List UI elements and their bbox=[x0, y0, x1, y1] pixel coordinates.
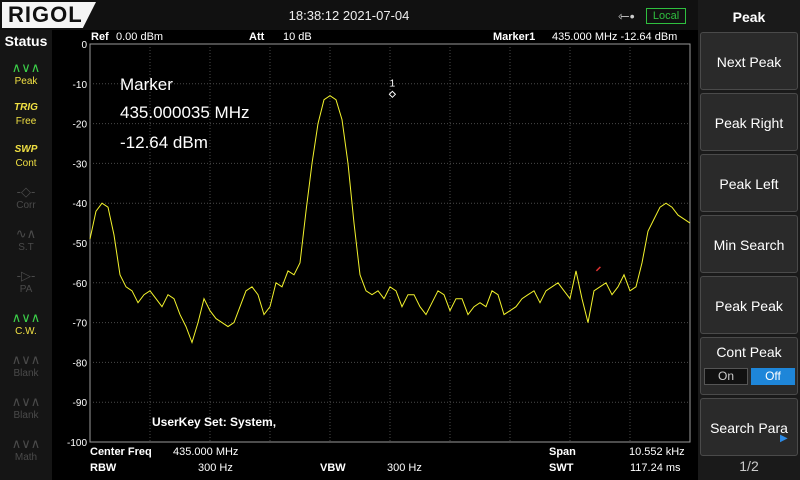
center-freq-label: Center Freq bbox=[90, 446, 152, 458]
rbw-value: 300 Hz bbox=[198, 462, 233, 474]
status-sweep[interactable]: SWP Cont bbox=[6, 142, 46, 178]
swt-value: 117.24 ms bbox=[630, 462, 681, 474]
blank-icon: ∧∨∧ bbox=[11, 352, 41, 367]
cw-icon: ∧∨∧ bbox=[11, 310, 41, 325]
pa-icon: -▷- bbox=[16, 268, 36, 283]
marker-level: -12.64 dBm bbox=[120, 133, 208, 152]
corr-icon: -◇- bbox=[16, 184, 36, 199]
min-search-button[interactable]: Min Search bbox=[700, 215, 798, 273]
y-tick-label: -20 bbox=[73, 120, 88, 131]
status-pa[interactable]: -▷- PA bbox=[6, 268, 46, 304]
submenu-arrow-icon: ▶ bbox=[780, 433, 788, 444]
peak-left-button[interactable]: Peak Left bbox=[700, 154, 798, 212]
swp-icon: SWP bbox=[14, 144, 38, 155]
status-corr[interactable]: -◇- Corr bbox=[6, 184, 46, 220]
status-st[interactable]: ∿∧ S.T bbox=[6, 226, 46, 262]
menu-page: 1/2 bbox=[739, 458, 759, 474]
y-tick-label: -80 bbox=[73, 358, 88, 369]
peak-icon: ∧∨∧ bbox=[11, 60, 41, 75]
y-tick-label: -10 bbox=[73, 80, 88, 91]
y-tick-label: -50 bbox=[73, 239, 88, 250]
span-value: 10.552 kHz bbox=[629, 446, 685, 458]
vbw-label: VBW bbox=[320, 462, 346, 474]
cont-peak-label: Cont Peak bbox=[716, 344, 782, 360]
y-tick-label: -30 bbox=[73, 159, 88, 170]
status-cw[interactable]: ∧∨∧ C.W. bbox=[6, 310, 46, 346]
marker-1-tag: 1 bbox=[390, 78, 396, 89]
marker-title: Marker bbox=[120, 75, 173, 94]
span-label: Span bbox=[549, 446, 576, 458]
y-tick-label: -40 bbox=[73, 199, 88, 210]
rbw-label: RBW bbox=[90, 462, 117, 474]
trig-icon: TRIG bbox=[14, 102, 38, 113]
next-peak-button[interactable]: Next Peak bbox=[700, 32, 798, 90]
search-para-button[interactable]: Search Para bbox=[700, 398, 798, 456]
spur-mark bbox=[595, 266, 601, 272]
peak-peak-button[interactable]: Peak Peak bbox=[700, 276, 798, 334]
cont-peak-off[interactable]: Off bbox=[751, 368, 795, 385]
st-icon: ∿∧ bbox=[15, 226, 37, 241]
y-tick-label: -100 bbox=[67, 438, 87, 449]
userkey-set: UserKey Set: System, bbox=[152, 415, 277, 429]
status-blank-2[interactable]: ∧∨∧ Blank bbox=[6, 394, 46, 430]
status-blank-1[interactable]: ∧∨∧ Blank bbox=[6, 352, 46, 388]
status-trigger[interactable]: TRIG Free bbox=[6, 100, 46, 136]
swt-label: SWT bbox=[549, 462, 574, 474]
y-tick-label: -70 bbox=[73, 319, 88, 330]
status-math[interactable]: ∧∨∧ Math bbox=[6, 436, 46, 472]
y-tick-label: -60 bbox=[73, 279, 88, 290]
status-title: Status bbox=[4, 33, 48, 49]
y-tick-label: 0 bbox=[81, 40, 87, 51]
y-tick-label: -90 bbox=[73, 398, 88, 409]
spectrum-chart: 0 -10 -20 -30 -40 -50 -60 -70 -80 -90 -100 1 bbox=[67, 40, 691, 449]
center-freq-value: 435.000 MHz bbox=[173, 446, 239, 458]
status-peak[interactable]: ∧∨∧ Peak bbox=[6, 60, 46, 96]
menu-title: Peak bbox=[732, 9, 766, 25]
cont-peak-on[interactable]: On bbox=[704, 368, 748, 385]
vbw-value: 300 Hz bbox=[387, 462, 422, 474]
math-icon: ∧∨∧ bbox=[11, 436, 41, 451]
marker-frequency: 435.000035 MHz bbox=[120, 103, 250, 122]
blank-icon: ∧∨∧ bbox=[11, 394, 41, 409]
peak-right-button[interactable]: Peak Right bbox=[700, 93, 798, 151]
